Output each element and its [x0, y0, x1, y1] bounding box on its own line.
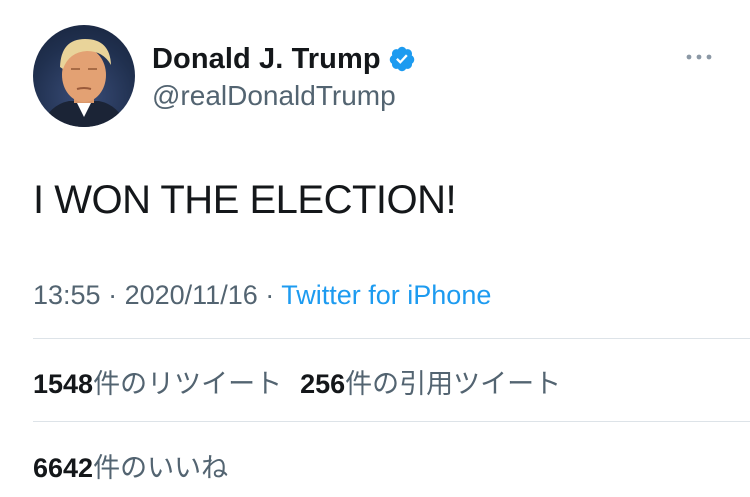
display-name[interactable]: Donald J. Trump	[152, 43, 381, 76]
retweets-stat[interactable]: 1548件のリツイート	[33, 369, 282, 399]
quotes-count: 256	[300, 369, 346, 399]
tweet-time[interactable]: 13:55	[33, 280, 101, 310]
retweets-count: 1548	[33, 369, 94, 399]
engagement-stats-row: 1548件のリツイート 256件の引用ツイート	[33, 362, 561, 401]
retweets-label: 件のリツイート	[93, 369, 283, 399]
user-handle[interactable]: @realDonaldTrump	[152, 80, 396, 112]
likes-stats-row: 6642件のいいね	[33, 446, 228, 485]
avatar[interactable]	[33, 25, 135, 127]
quotes-stat[interactable]: 256件の引用ツイート	[300, 369, 561, 399]
verified-badge-icon	[388, 45, 416, 73]
tweet-source-link[interactable]: Twitter for iPhone	[281, 280, 491, 310]
more-options-icon[interactable]	[684, 47, 714, 67]
divider	[33, 338, 750, 339]
likes-label: 件のいいね	[93, 453, 229, 483]
quotes-label: 件の引用ツイート	[345, 369, 562, 399]
tweet-date[interactable]: 2020/11/16	[125, 280, 258, 310]
display-name-row[interactable]: Donald J. Trump	[152, 41, 416, 77]
likes-stat[interactable]: 6642件のいいね	[33, 453, 228, 483]
tweet-card: Donald J. Trump @realDonaldTrump I WON T…	[0, 0, 750, 497]
meta-separator: ·	[265, 280, 282, 310]
meta-separator: ·	[108, 280, 125, 310]
likes-count: 6642	[33, 453, 94, 483]
divider	[33, 421, 750, 422]
tweet-meta: 13:55 · 2020/11/16 · Twitter for iPhone	[33, 280, 491, 311]
tweet-text: I WON THE ELECTION!	[33, 178, 457, 222]
